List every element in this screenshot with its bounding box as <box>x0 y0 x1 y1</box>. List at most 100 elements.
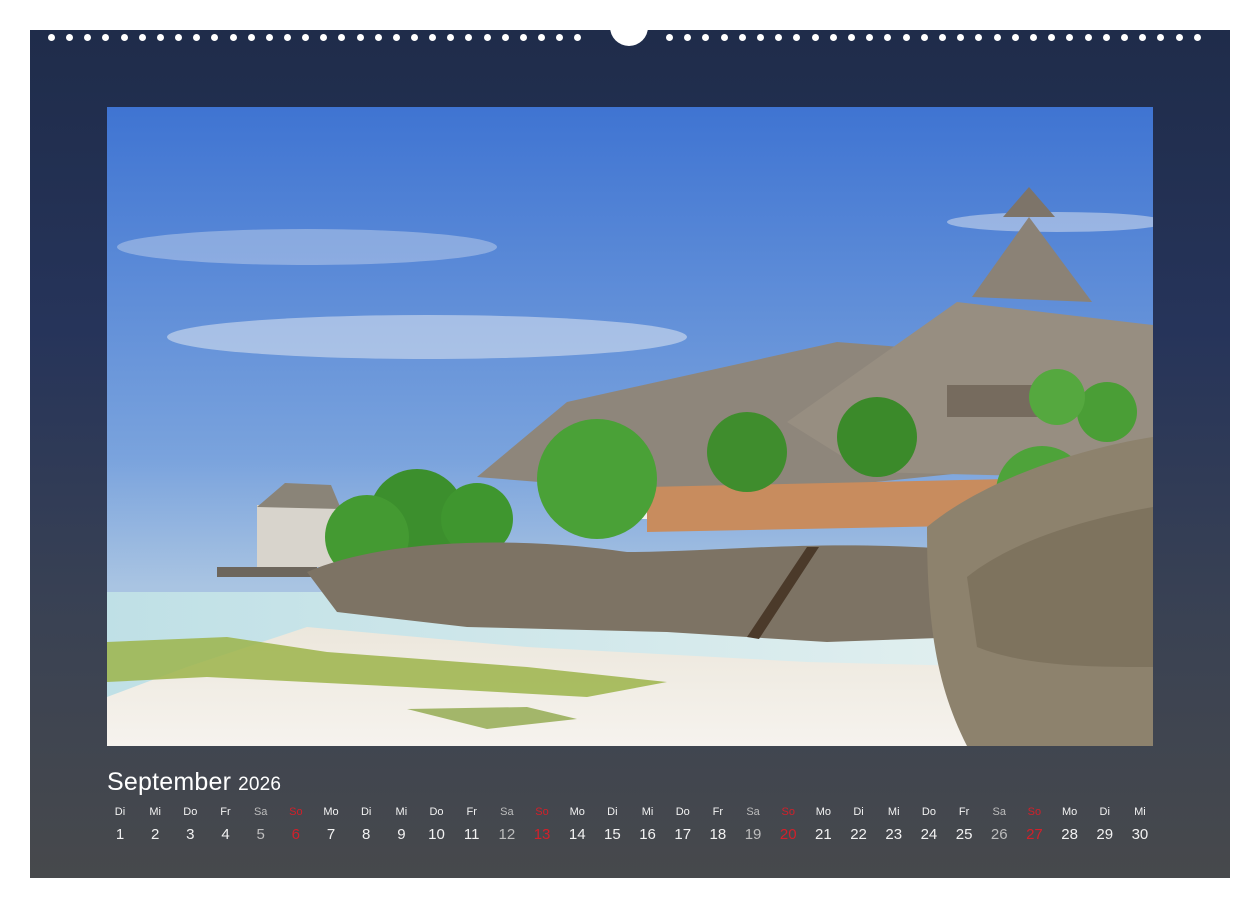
binding-hole <box>1176 34 1183 41</box>
calendar-grid: September 2026 Di 1 Mi 2 Do 3 Fr 4 Sa 5 So 6 Mo 7 Di 8 Mi… <box>30 746 1230 878</box>
year-label: 2026 <box>238 774 282 795</box>
day-number: 24 <box>920 826 938 843</box>
binding-hole <box>465 34 472 41</box>
day-number: 10 <box>428 826 445 843</box>
weekday-label: So <box>535 806 549 818</box>
day-number: 4 <box>221 826 230 843</box>
spiral-binding <box>0 0 1260 46</box>
weekday-label: Di <box>607 806 618 818</box>
binding-hole <box>866 34 873 41</box>
weekday-label: Do <box>429 806 444 818</box>
weekday-label: Fr <box>220 806 231 818</box>
weekday-label: Mi <box>149 806 161 818</box>
weekday-label: Mo <box>1061 806 1078 818</box>
binding-hole <box>574 34 581 41</box>
binding-hole <box>1103 34 1110 41</box>
day-number: 17 <box>674 826 692 843</box>
binding-hole <box>957 34 964 41</box>
binding-hole <box>793 34 800 41</box>
binding-hole <box>84 34 91 41</box>
day-number: 5 <box>256 826 265 843</box>
day-number: 28 <box>1061 826 1078 843</box>
day-number: 29 <box>1096 826 1114 843</box>
day-number: 22 <box>850 826 867 843</box>
binding-hole <box>320 34 327 41</box>
binding-hole <box>302 34 309 41</box>
weekday-label: Mi <box>395 806 408 818</box>
binding-hole <box>193 34 200 41</box>
hanger-notch <box>610 22 648 46</box>
binding-hole <box>939 34 946 41</box>
binding-hole <box>903 34 910 41</box>
binding-hole <box>284 34 291 41</box>
weekday-label: Mo <box>815 806 832 818</box>
binding-hole <box>1194 34 1201 41</box>
day-number: 7 <box>326 826 336 843</box>
weekday-label: So <box>781 806 795 818</box>
binding-hole <box>1048 34 1055 41</box>
day-number: 21 <box>815 826 832 843</box>
binding-hole <box>248 34 255 41</box>
binding-hole <box>775 34 782 41</box>
binding-hole <box>884 34 891 41</box>
day-number: 27 <box>1026 826 1043 843</box>
binding-hole <box>812 34 819 41</box>
day-number: 12 <box>498 826 516 843</box>
binding-hole <box>502 34 509 41</box>
day-number: 9 <box>397 826 406 843</box>
day-number: 18 <box>709 826 727 843</box>
binding-hole <box>230 34 237 41</box>
day-number: 2 <box>150 826 160 843</box>
binding-hole <box>757 34 764 41</box>
binding-hole <box>666 34 673 41</box>
weekday-label: Sa <box>992 806 1006 818</box>
binding-hole <box>211 34 218 41</box>
binding-hole <box>1012 34 1019 41</box>
binding-hole <box>447 34 454 41</box>
binding-hole <box>994 34 1001 41</box>
binding-hole <box>338 34 345 41</box>
binding-hole <box>538 34 545 41</box>
day-number: 8 <box>362 826 371 843</box>
binding-hole <box>1121 34 1128 41</box>
day-number: 14 <box>568 826 586 843</box>
weekday-label: Di <box>360 806 372 818</box>
binding-hole <box>1085 34 1092 41</box>
binding-hole <box>175 34 182 41</box>
weekday-label: Do <box>675 806 690 818</box>
weekday-label: Mi <box>641 806 654 818</box>
binding-hole <box>702 34 709 41</box>
day-number: 11 <box>463 826 480 843</box>
binding-hole <box>393 34 400 41</box>
binding-hole <box>975 34 982 41</box>
binding-hole <box>484 34 491 41</box>
photo <box>107 107 1153 746</box>
binding-hole <box>139 34 146 41</box>
day-number: 19 <box>744 826 762 843</box>
weekday-label: Fr <box>466 806 477 818</box>
day-number: 6 <box>291 826 301 843</box>
weekday-label: Sa <box>500 806 514 818</box>
binding-hole <box>157 34 164 41</box>
month-title: September 2026 <box>107 768 281 797</box>
weekday-label: Di <box>853 806 864 818</box>
binding-hole <box>721 34 728 41</box>
weekday-label: Mo <box>569 806 585 818</box>
binding-hole <box>48 34 55 41</box>
binding-hole <box>121 34 128 41</box>
binding-hole <box>684 34 691 41</box>
day-number: 15 <box>604 826 621 843</box>
binding-hole <box>1157 34 1164 41</box>
weekday-label: Do <box>183 806 198 818</box>
binding-hole <box>375 34 382 41</box>
day-number: 3 <box>186 826 195 843</box>
day-number: 1 <box>115 826 125 843</box>
weekday-label: Fr <box>958 806 970 818</box>
binding-hole <box>739 34 746 41</box>
binding-hole <box>1066 34 1073 41</box>
weekday-label: Mi <box>887 806 900 818</box>
month-name: September <box>107 768 232 796</box>
binding-hole <box>921 34 928 41</box>
binding-hole <box>1030 34 1037 41</box>
binding-hole <box>830 34 837 41</box>
